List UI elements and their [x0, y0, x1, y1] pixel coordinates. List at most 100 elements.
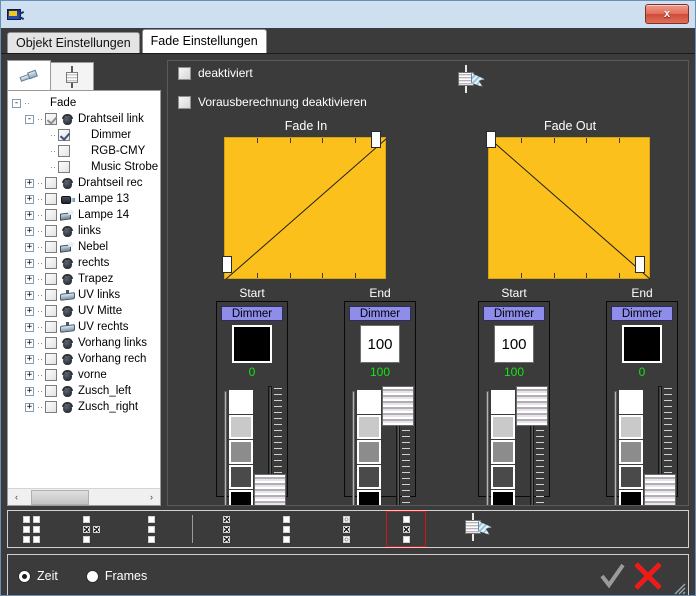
tree-item-lampe-13[interactable]: + ·· Lampe 13	[12, 191, 160, 207]
tree-checkbox[interactable]	[45, 401, 57, 413]
tree-checkbox[interactable]	[45, 193, 57, 205]
grid-column-button[interactable]	[132, 512, 170, 546]
preset-color-4[interactable]	[491, 490, 515, 505]
tree-checkbox[interactable]	[45, 225, 57, 237]
tree-item-uv-links[interactable]: + ·· UV links	[12, 287, 160, 303]
grid-plain-column-button[interactable]	[267, 512, 305, 546]
tree-item-vorhang-rech[interactable]: + ·· Vorhang rech	[12, 351, 160, 367]
channel-color-swatch[interactable]	[232, 325, 272, 363]
scrollbar-thumb[interactable]	[31, 489, 89, 505]
tree-expander[interactable]: +	[25, 210, 34, 220]
tree-checkbox[interactable]	[45, 209, 57, 221]
tree-item-zusch-right[interactable]: + ·· Zusch_right	[12, 399, 160, 415]
tree-item-vorne[interactable]: + ·· vorne	[12, 367, 160, 383]
tree-expander[interactable]: +	[25, 290, 34, 300]
tree-expander[interactable]: -	[25, 114, 34, 124]
tree-expander[interactable]: +	[25, 370, 34, 380]
fade-in-start-handle[interactable]	[222, 256, 232, 273]
checkbox-vorausberechnung-deaktivieren[interactable]: Vorausberechnung deaktivieren	[178, 95, 367, 109]
preset-color-2[interactable]	[619, 440, 643, 464]
preset-color-3[interactable]	[229, 465, 253, 489]
preset-color-0[interactable]	[619, 390, 643, 414]
slider-knob[interactable]	[254, 474, 286, 505]
tree-item-fade[interactable]: - ·· Fade	[12, 95, 160, 111]
grid-ring-column-button[interactable]	[327, 512, 365, 546]
tree-checkbox[interactable]	[45, 385, 57, 397]
tree-item-nebel[interactable]: + ·· Nebel	[12, 239, 160, 255]
tree-item-uv-mitte[interactable]: + ·· UV Mitte	[12, 303, 160, 319]
tree-expander[interactable]: +	[25, 338, 34, 348]
preset-color-0[interactable]	[491, 390, 515, 414]
grid-center-button[interactable]	[72, 512, 110, 546]
preset-color-3[interactable]	[491, 465, 515, 489]
scrollbar-track[interactable]	[25, 489, 143, 506]
scroll-left-arrow-icon[interactable]: ‹	[8, 488, 25, 505]
tree-expander[interactable]: +	[25, 306, 34, 316]
preset-color-0[interactable]	[229, 390, 253, 414]
tree-checkbox[interactable]	[45, 257, 57, 269]
tree-item-zusch-left[interactable]: + ·· Zusch_left	[12, 383, 160, 399]
grid-middle-hatch-button[interactable]	[386, 511, 426, 547]
tree-expander[interactable]: +	[25, 178, 34, 188]
tree-checkbox[interactable]	[45, 289, 57, 301]
tree-checkbox[interactable]	[45, 241, 57, 253]
channel-color-swatch[interactable]	[622, 325, 662, 363]
tree-expander[interactable]: +	[25, 242, 34, 252]
slider-knob[interactable]	[516, 386, 548, 426]
tree-item-uv-rechts[interactable]: + ·· UV rechts	[12, 319, 160, 335]
tree-checkbox[interactable]	[58, 145, 70, 157]
channel-panel-3[interactable]: Dimmer 0	[606, 301, 678, 505]
tree-expander[interactable]: +	[25, 322, 34, 332]
tab-fade-einstellungen[interactable]: Fade Einstellungen	[141, 29, 267, 53]
grid-offset-left-button[interactable]	[12, 512, 50, 546]
tree-item-drahtseil-link[interactable]: - ·· Drahtseil link	[12, 111, 160, 127]
channel-value-input[interactable]: 100	[494, 325, 534, 363]
preset-color-2[interactable]	[229, 440, 253, 464]
tree-checkbox[interactable]	[45, 369, 57, 381]
chart-fade-out[interactable]	[488, 137, 651, 280]
channel-slider[interactable]	[516, 386, 548, 505]
resize-grip-icon[interactable]	[670, 579, 686, 595]
preset-color-2[interactable]	[357, 440, 381, 464]
tree-checkbox[interactable]	[45, 321, 57, 333]
tree-expander[interactable]: -	[12, 98, 21, 108]
tree-expander[interactable]: +	[25, 226, 34, 236]
preset-color-0[interactable]	[357, 390, 381, 414]
channel-value-input[interactable]: 100	[360, 325, 400, 363]
channel-slider[interactable]	[644, 386, 676, 505]
tree-item-rechts[interactable]: + ·· rechts	[12, 255, 160, 271]
tree-checkbox[interactable]	[45, 273, 57, 285]
fixture-tree[interactable]: - ·· Fade - ·· Drahtseil link ·· Dimmer ·· RGB-CM…	[7, 90, 161, 506]
preset-color-4[interactable]	[357, 490, 381, 505]
slider-knob[interactable]	[382, 386, 414, 426]
tree-item-lampe-14[interactable]: + ·· Lampe 14	[12, 207, 160, 223]
preset-color-1[interactable]	[229, 415, 253, 439]
preset-color-3[interactable]	[357, 465, 381, 489]
tree-item-drahtseil-rec[interactable]: + ·· Drahtseil rec	[12, 175, 160, 191]
fader-tab[interactable]	[50, 62, 94, 90]
tree-item-music-strobe[interactable]: ·· Music Strobe	[12, 159, 160, 175]
channel-panel-0[interactable]: Dimmer 0	[216, 301, 288, 505]
fade-out-start-handle[interactable]	[486, 131, 496, 148]
tree-checkbox[interactable]	[45, 305, 57, 317]
preset-color-1[interactable]	[619, 415, 643, 439]
preset-color-4[interactable]	[619, 490, 643, 505]
scroll-right-arrow-icon[interactable]: ›	[143, 488, 160, 505]
fade-out-end-handle[interactable]	[635, 256, 645, 273]
tree-item-links[interactable]: + ·· links	[12, 223, 160, 239]
grid-all-hatched-button[interactable]	[207, 512, 245, 546]
fade-in-end-handle[interactable]	[371, 131, 381, 148]
tree-expander[interactable]: +	[25, 354, 34, 364]
tree-expander[interactable]: +	[25, 274, 34, 284]
tree-item-dimmer[interactable]: ·· Dimmer	[12, 127, 160, 143]
preset-color-1[interactable]	[491, 415, 515, 439]
tree-item-trapez[interactable]: + ·· Trapez	[12, 271, 160, 287]
tree-checkbox[interactable]	[58, 129, 70, 141]
tree-checkbox[interactable]	[45, 353, 57, 365]
radio-frames[interactable]: Frames	[85, 569, 147, 583]
preset-color-3[interactable]	[619, 465, 643, 489]
tree-item-vorhang-links[interactable]: + ·· Vorhang links	[12, 335, 160, 351]
radio-zeit[interactable]: Zeit	[18, 569, 58, 583]
tree-checkbox[interactable]	[45, 113, 57, 125]
channel-slider[interactable]	[382, 386, 414, 505]
